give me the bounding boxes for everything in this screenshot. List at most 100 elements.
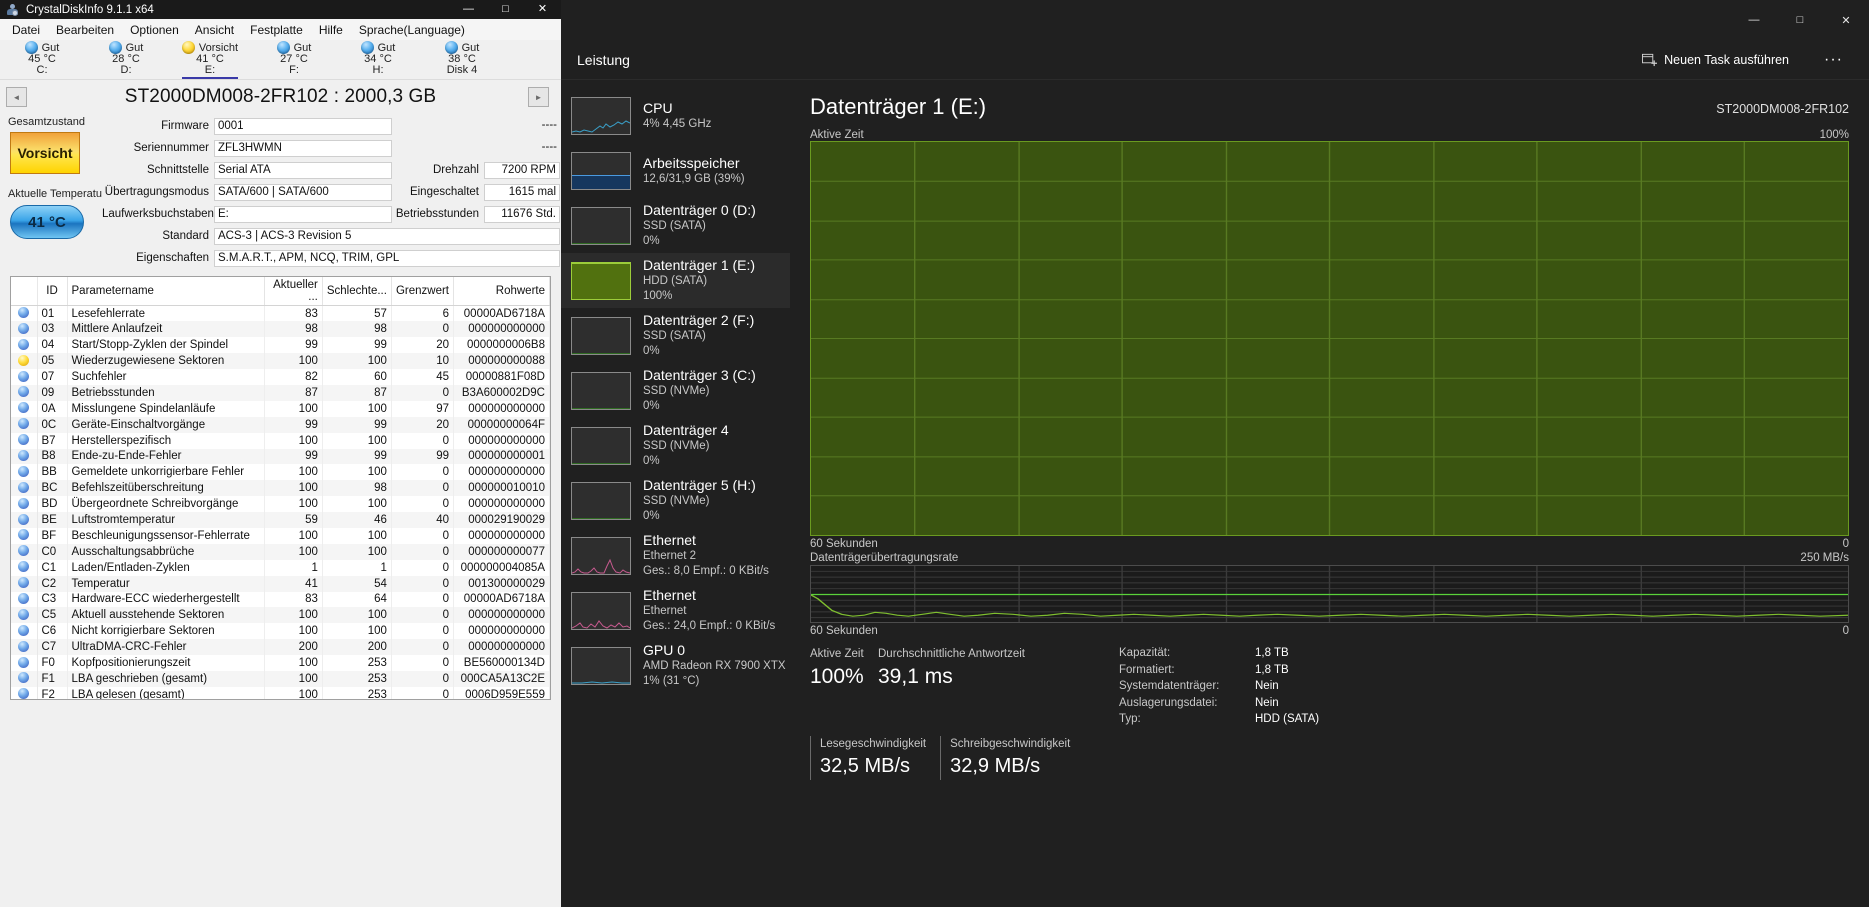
rate-label: Datenträgerübertragungsrate (810, 552, 1800, 564)
menu-item-datei[interactable]: Datei (4, 21, 48, 39)
table-row[interactable]: C6Nicht korrigierbare Sektoren1001000000… (11, 623, 550, 639)
more-options-button[interactable]: ··· (1816, 49, 1851, 71)
smart-status-cell (11, 353, 37, 369)
drive-tab-f[interactable]: Gut27 °CF: (252, 40, 336, 79)
sidebar-item-text: GPU 0AMD Radeon RX 7900 XTX1% (31 °C) (643, 642, 786, 689)
maximize-button[interactable]: □ (487, 0, 524, 19)
table-row[interactable]: C2Temperatur41540001300000029 (11, 576, 550, 592)
field-value-right[interactable]: 11676 Std. (484, 206, 560, 223)
sidebar-item-cpu[interactable]: CPU4% 4,45 GHz (561, 88, 790, 143)
sidebar-item-datentr-ger-2-f[interactable]: Datenträger 2 (F:)SSD (SATA)0% (561, 308, 790, 363)
smart-raw-value: BE560000134D (454, 655, 550, 671)
table-row[interactable]: 05Wiederzugewiesene Sektoren100100100000… (11, 353, 550, 369)
smart-col-header-6[interactable]: Rohwerte (454, 277, 550, 306)
cdi-menubar: DateiBearbeitenOptionenAnsichtFestplatte… (0, 19, 561, 40)
smart-attributes-panel[interactable]: IDParameternameAktueller ...Schlechte...… (10, 276, 551, 700)
menu-item-hilfe[interactable]: Hilfe (311, 21, 351, 39)
smart-status-cell (11, 417, 37, 433)
minimize-button[interactable]: — (1731, 0, 1777, 40)
field-value[interactable]: ZFL3HWMN (214, 140, 392, 157)
menu-item-festplatte[interactable]: Festplatte (242, 21, 311, 39)
table-row[interactable]: 03Mittlere Anlaufzeit98980000000000000 (11, 321, 550, 337)
field-value[interactable]: S.M.A.R.T., APM, NCQ, TRIM, GPL (214, 250, 560, 267)
table-row[interactable]: C5Aktuell ausstehende Sektoren1001000000… (11, 607, 550, 623)
smart-threshold: 20 (391, 337, 453, 353)
menu-item-sprache-language[interactable]: Sprache(Language) (351, 21, 473, 39)
smart-col-header-0[interactable] (11, 277, 37, 306)
smart-col-header-5[interactable]: Grenzwert (391, 277, 453, 306)
table-row[interactable]: BCBefehlszeitüberschreitung1009800000000… (11, 480, 550, 496)
perf-thumbnail-graph (571, 262, 631, 300)
field-value[interactable]: Serial ATA (214, 162, 392, 179)
status-bulb-icon (18, 307, 29, 318)
sidebar-item-datentr-ger-5-h[interactable]: Datenträger 5 (H:)SSD (NVMe)0% (561, 473, 790, 528)
sidebar-item-datentr-ger-1-e[interactable]: Datenträger 1 (E:)HDD (SATA)100% (561, 253, 790, 308)
sidebar-item-datentr-ger-3-c[interactable]: Datenträger 3 (C:)SSD (NVMe)0% (561, 363, 790, 418)
table-row[interactable]: 04Start/Stopp-Zyklen der Spindel99992000… (11, 337, 550, 353)
maximize-button[interactable]: □ (1777, 0, 1823, 40)
minimize-button[interactable]: — (450, 0, 487, 19)
sidebar-item-ethernet[interactable]: EthernetEthernetGes.: 24,0 Empf.: 0 KBit… (561, 583, 790, 638)
field-label: Laufwerksbuchstaben (102, 206, 214, 223)
table-row[interactable]: C3Hardware-ECC wiederhergestellt83640000… (11, 592, 550, 608)
smart-col-header-4[interactable]: Schlechte... (322, 277, 391, 306)
table-row[interactable]: 01Lesefehlerrate8357600000AD6718A (11, 306, 550, 322)
temperature-badge[interactable]: 41 °C (10, 205, 84, 239)
menu-item-bearbeiten[interactable]: Bearbeiten (48, 21, 122, 39)
close-button[interactable]: ✕ (1823, 0, 1869, 40)
table-row[interactable]: C1Laden/Entladen-Zyklen110000000004085A (11, 560, 550, 576)
table-row[interactable]: BFBeschleunigungssensor-Fehlerrate100100… (11, 528, 550, 544)
table-row[interactable]: B7Herstellerspezifisch100100000000000000… (11, 433, 550, 449)
drive-tab-e[interactable]: Vorsicht41 °CE: (168, 40, 252, 79)
table-row[interactable]: BDÜbergeordnete Schreibvorgänge100100000… (11, 496, 550, 512)
smart-raw-value: 000000000001 (454, 449, 550, 465)
sidebar-item-sub1: SSD (SATA) (643, 219, 756, 234)
drive-tab-h[interactable]: Gut34 °CH: (336, 40, 420, 79)
table-row[interactable]: 0AMisslungene Spindelanläufe100100970000… (11, 401, 550, 417)
field-value[interactable]: SATA/600 | SATA/600 (214, 184, 392, 201)
smart-worst: 253 (322, 687, 391, 700)
smart-col-header-3[interactable]: Aktueller ... (264, 277, 322, 306)
table-row[interactable]: F2LBA gelesen (gesamt)10025300006D959E55… (11, 687, 550, 700)
table-row[interactable]: F0Kopfpositionierungszeit1002530BE560000… (11, 655, 550, 671)
smart-worst: 100 (322, 623, 391, 639)
drive-tab-disk4[interactable]: Gut38 °CDisk 4 (420, 40, 504, 79)
sidebar-item-arbeitsspeicher[interactable]: Arbeitsspeicher12,6/31,9 GB (39%) (561, 143, 790, 198)
smart-col-header-2[interactable]: Parametername (67, 277, 264, 306)
smart-col-header-1[interactable]: ID (37, 277, 67, 306)
table-row[interactable]: 07Suchfehler82604500000881F08D (11, 369, 550, 385)
sidebar-item-ethernet[interactable]: EthernetEthernet 2Ges.: 8,0 Empf.: 0 KBi… (561, 528, 790, 583)
table-row[interactable]: BELuftstromtemperatur594640000029190029 (11, 512, 550, 528)
menu-item-ansicht[interactable]: Ansicht (187, 21, 242, 39)
drive-tab-c[interactable]: Gut45 °CC: (0, 40, 84, 79)
disk-property-value: 1,8 TB (1239, 663, 1319, 680)
menu-item-optionen[interactable]: Optionen (122, 21, 187, 39)
drive-tab-d[interactable]: Gut28 °CD: (84, 40, 168, 79)
table-row[interactable]: 09Betriebsstunden87870B3A600002D9C (11, 385, 550, 401)
table-row[interactable]: C7UltraDMA-CRC-Fehler2002000000000000000 (11, 639, 550, 655)
perf-thumbnail-graph (571, 317, 631, 355)
table-row[interactable]: B8Ende-zu-Ende-Fehler999999000000000001 (11, 449, 550, 465)
smart-id: C1 (37, 560, 67, 576)
smart-threshold: 0 (391, 544, 453, 560)
smart-id: C3 (37, 592, 67, 608)
task-manager-window: — □ ✕ Leistung Neuen Task ausführen ··· (561, 0, 1869, 907)
sidebar-item-datentr-ger-4[interactable]: Datenträger 4SSD (NVMe)0% (561, 418, 790, 473)
sidebar-item-datentr-ger-0-d[interactable]: Datenträger 0 (D:)SSD (SATA)0% (561, 198, 790, 253)
next-disk-button[interactable]: ► (528, 87, 549, 107)
run-new-task-button[interactable]: Neuen Task ausführen (1633, 47, 1798, 72)
smart-worst: 99 (322, 337, 391, 353)
table-row[interactable]: C0Ausschaltungsabbrüche10010000000000000… (11, 544, 550, 560)
field-value[interactable]: E: (214, 206, 392, 223)
health-status-badge[interactable]: Vorsicht (10, 132, 80, 174)
table-row[interactable]: 0CGeräte-Einschaltvorgänge99992000000000… (11, 417, 550, 433)
field-value[interactable]: ACS-3 | ACS-3 Revision 5 (214, 228, 560, 245)
field-value-right[interactable]: 1615 mal (484, 184, 560, 201)
sidebar-item-text: Datenträger 0 (D:)SSD (SATA)0% (643, 202, 756, 249)
field-value[interactable]: 0001 (214, 118, 392, 135)
table-row[interactable]: BBGemeldete unkorrigierbare Fehler100100… (11, 464, 550, 480)
field-value-right[interactable]: 7200 RPM (484, 162, 560, 179)
sidebar-item-gpu-0[interactable]: GPU 0AMD Radeon RX 7900 XTX1% (31 °C) (561, 638, 790, 693)
table-row[interactable]: F1LBA geschrieben (gesamt)1002530000CA5A… (11, 671, 550, 687)
close-button[interactable]: ✕ (524, 0, 561, 19)
